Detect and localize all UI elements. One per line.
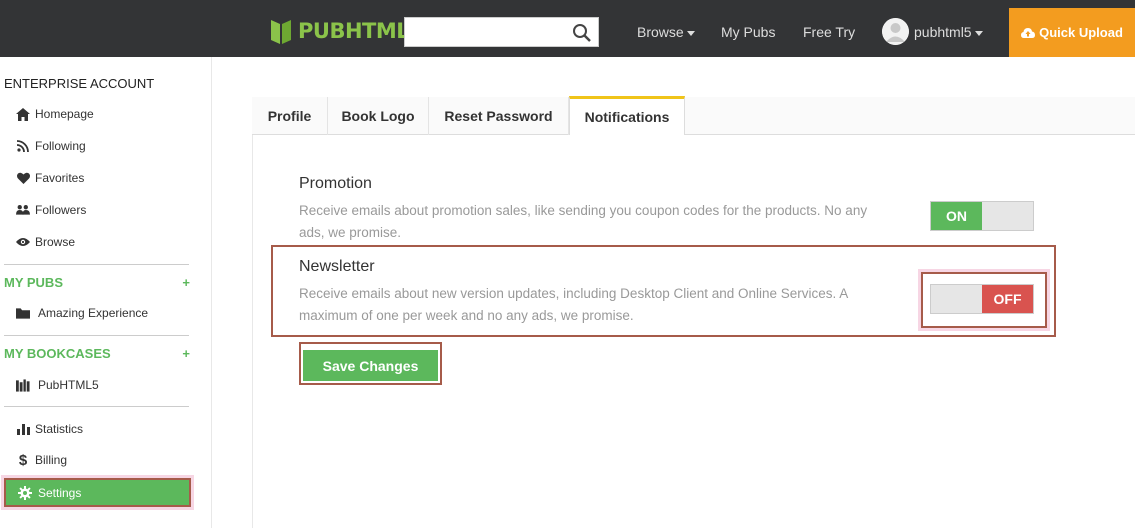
eye-icon	[16, 235, 30, 249]
tab-reset-password[interactable]: Reset Password	[429, 97, 569, 135]
sidebar-item-browse[interactable]: Browse	[16, 235, 75, 249]
promotion-desc-line: Receive emails about promotion sales, li…	[299, 203, 868, 218]
promotion-desc-line: ads, we promise.	[299, 225, 402, 240]
gear-icon	[18, 485, 32, 500]
sidebar-item-favorites[interactable]: Favorites	[16, 171, 84, 185]
promotion-description: Receive emails about promotion sales, li…	[299, 200, 867, 244]
dollar-icon: $	[18, 451, 28, 469]
toggle-off-label: OFF	[982, 285, 1033, 313]
add-pub-button[interactable]: +	[182, 275, 190, 290]
toggle-knob	[982, 202, 1033, 230]
tab-notifications[interactable]: Notifications	[569, 96, 685, 135]
bar-chart-icon	[16, 422, 30, 436]
sidebar-item-label: Billing	[35, 453, 68, 467]
heart-icon	[16, 171, 30, 185]
newsletter-desc-line: maximum of one per week and no any ads, …	[299, 308, 634, 323]
sidebar-item-settings[interactable]: Settings	[1, 475, 194, 510]
sidebar-divider	[4, 406, 189, 407]
nav-free-try[interactable]: Free Try	[803, 24, 855, 40]
search-icon[interactable]	[572, 23, 592, 43]
sidebar-item-label: Settings	[38, 485, 82, 500]
toggle-knob	[931, 285, 982, 313]
my-bookcases-title: MY BOOKCASES	[4, 346, 111, 361]
sidebar-item-label: Homepage	[35, 107, 94, 121]
book-logo-icon	[270, 18, 292, 44]
sidebar-item-following[interactable]: Following	[16, 139, 86, 153]
sidebar-item-followers[interactable]: Followers	[16, 203, 86, 217]
chevron-down-icon	[974, 30, 983, 36]
tab-profile[interactable]: Profile	[252, 97, 328, 135]
tab-book-logo[interactable]: Book Logo	[328, 97, 429, 135]
sidebar: ENTERPRISE ACCOUNT Homepage Following Fa…	[0, 57, 212, 528]
home-icon	[16, 107, 30, 121]
sidebar-item-label: Favorites	[35, 171, 85, 185]
sidebar-item-label: Following	[35, 139, 86, 153]
sidebar-item-billing[interactable]: $ Billing	[16, 451, 68, 469]
sidebar-item-homepage[interactable]: Homepage	[16, 107, 94, 121]
rss-icon	[16, 139, 30, 153]
save-changes-button[interactable]: Save Changes	[303, 350, 438, 381]
sidebar-item-amazing-experience[interactable]: Amazing Experience	[16, 306, 148, 320]
newsletter-toggle[interactable]: OFF	[930, 284, 1034, 314]
chevron-down-icon	[686, 30, 695, 36]
sidebar-item-label: Followers	[35, 203, 87, 217]
top-navbar: PUBHTML5 Browse My Pubs Free Try pubhtml…	[0, 0, 1135, 57]
folder-icon	[16, 306, 30, 320]
search-input[interactable]	[405, 18, 565, 46]
account-heading: ENTERPRISE ACCOUNT	[4, 76, 155, 91]
newsletter-title: Newsletter	[299, 258, 375, 275]
settings-tabs: Profile Book Logo Reset Password Notific…	[252, 96, 1135, 135]
sidebar-item-label: Amazing Experience	[38, 306, 149, 320]
promotion-title: Promotion	[299, 175, 372, 192]
search-box[interactable]	[404, 17, 599, 47]
avatar[interactable]	[882, 18, 909, 45]
sidebar-item-pubhtml5[interactable]: PubHTML5	[16, 378, 99, 392]
my-pubs-heading: MY PUBS +	[4, 275, 190, 290]
cloud-upload-icon	[1021, 27, 1036, 39]
user-menu[interactable]: pubhtml5	[914, 24, 983, 40]
toggle-on-label: ON	[931, 202, 982, 230]
quick-upload-label: Quick Upload	[1039, 25, 1123, 40]
my-pubs-title: MY PUBS	[4, 275, 63, 290]
sidebar-divider	[4, 264, 189, 265]
promotion-toggle[interactable]: ON	[930, 201, 1034, 231]
add-bookcase-button[interactable]: +	[182, 346, 190, 361]
sidebar-divider	[4, 335, 189, 336]
nav-my-pubs[interactable]: My Pubs	[721, 24, 775, 40]
site-logo[interactable]: PUBHTML5	[270, 18, 424, 44]
newsletter-description: Receive emails about new version updates…	[299, 283, 848, 327]
sidebar-item-statistics[interactable]: Statistics	[16, 422, 83, 436]
newsletter-desc-line: Receive emails about new version updates…	[299, 286, 849, 301]
sidebar-item-label: Statistics	[35, 422, 84, 436]
username-label: pubhtml5	[914, 24, 972, 40]
nav-browse[interactable]: Browse	[637, 24, 695, 40]
nav-browse-label: Browse	[637, 24, 684, 40]
sidebar-item-label: Browse	[35, 235, 76, 249]
quick-upload-button[interactable]: Quick Upload	[1009, 8, 1135, 57]
sidebar-item-label: PubHTML5	[38, 378, 99, 392]
books-icon	[16, 378, 30, 392]
my-bookcases-heading: MY BOOKCASES +	[4, 346, 190, 361]
users-icon	[16, 203, 30, 217]
